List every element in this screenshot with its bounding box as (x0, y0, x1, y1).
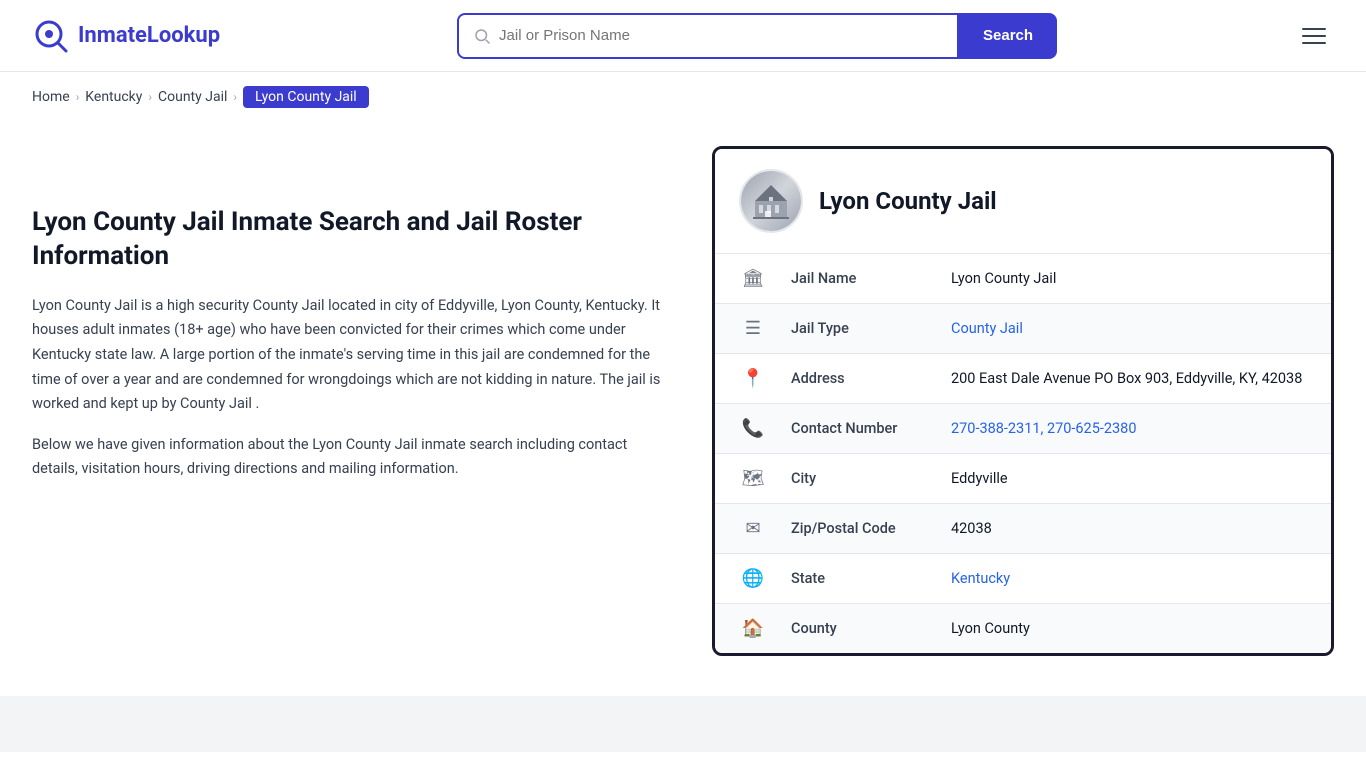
breadcrumb: Home › Kentucky › County Jail › Lyon Cou… (0, 72, 1366, 122)
jail-name-label: Jail Name (767, 254, 927, 304)
zip-value: 42038 (927, 504, 1331, 554)
page-title: Lyon County Jail Inmate Search and Jail … (32, 206, 672, 274)
footer-strip (0, 696, 1366, 752)
chevron-icon-1: › (76, 90, 80, 104)
right-column: Lyon County Jail 🏛 Jail Name Lyon County… (712, 146, 1334, 656)
address-icon: 📍 (742, 368, 764, 389)
table-row-city: 🗺 City Eddyville (715, 454, 1331, 504)
table-row-contact: 📞 Contact Number 270-388-2311, 270-625-2… (715, 404, 1331, 454)
chevron-icon-3: › (233, 90, 237, 104)
jail-avatar (739, 169, 803, 233)
jail-type-value: County Jail (927, 304, 1331, 354)
jail-name-value: Lyon County Jail (927, 254, 1331, 304)
info-card-title: Lyon County Jail (819, 187, 997, 215)
address-value: 200 East Dale Avenue PO Box 903, Eddyvil… (927, 354, 1331, 404)
state-label: State (767, 554, 927, 604)
hamburger-line-1 (1302, 28, 1326, 30)
breadcrumb-county-jail[interactable]: County Jail (158, 89, 227, 105)
zip-label: Zip/Postal Code (767, 504, 927, 554)
contact-link[interactable]: 270-388-2311, 270-625-2380 (951, 420, 1136, 437)
county-value: Lyon County (927, 604, 1331, 654)
state-link[interactable]: Kentucky (951, 570, 1010, 587)
breadcrumb-home[interactable]: Home (32, 89, 70, 105)
breadcrumb-kentucky[interactable]: Kentucky (85, 89, 142, 105)
jail-type-icon: ☰ (745, 318, 761, 339)
page-description-2: Below we have given information about th… (32, 433, 672, 482)
main-content: Lyon County Jail Inmate Search and Jail … (0, 122, 1366, 696)
jail-type-label: Jail Type (767, 304, 927, 354)
logo-link[interactable]: InmateLookup (32, 17, 220, 55)
search-input[interactable] (499, 27, 943, 44)
phone-icon: 📞 (742, 418, 764, 439)
search-button[interactable]: Search (959, 13, 1057, 59)
info-table: 🏛 Jail Name Lyon County Jail ☰ (715, 253, 1331, 653)
hamburger-line-3 (1302, 42, 1326, 44)
info-card: Lyon County Jail 🏛 Jail Name Lyon County… (712, 146, 1334, 656)
county-label: County (767, 604, 927, 654)
search-icon (473, 27, 491, 45)
logo-icon (32, 17, 70, 55)
menu-button[interactable] (1294, 20, 1334, 52)
contact-value: 270-388-2311, 270-625-2380 (927, 404, 1331, 454)
table-row-jail-type: ☰ Jail Type County Jail (715, 304, 1331, 354)
logo-text: InmateLookup (78, 23, 220, 48)
chevron-icon-2: › (148, 90, 152, 104)
state-icon: 🌐 (742, 568, 764, 589)
hamburger-line-2 (1302, 35, 1326, 37)
table-row-jail-name: 🏛 Jail Name Lyon County Jail (715, 254, 1331, 304)
table-row-address: 📍 Address 200 East Dale Avenue PO Box 90… (715, 354, 1331, 404)
zip-icon: ✉ (745, 518, 760, 539)
county-icon: 🏠 (742, 618, 764, 639)
header: InmateLookup Search (0, 0, 1366, 72)
jail-type-link[interactable]: County Jail (951, 320, 1023, 337)
table-row-state: 🌐 State Kentucky (715, 554, 1331, 604)
page-description-1: Lyon County Jail is a high security Coun… (32, 294, 672, 417)
left-column: Lyon County Jail Inmate Search and Jail … (32, 146, 672, 656)
city-icon: 🗺 (742, 468, 765, 489)
breadcrumb-active: Lyon County Jail (243, 86, 369, 108)
state-value: Kentucky (927, 554, 1331, 604)
info-card-header: Lyon County Jail (715, 149, 1331, 253)
contact-label: Contact Number (767, 404, 927, 454)
search-input-wrapper (457, 13, 959, 59)
jail-avatar-image (741, 171, 801, 231)
search-bar: Search (457, 13, 1057, 59)
city-value: Eddyville (927, 454, 1331, 504)
jail-name-icon: 🏛 (742, 268, 765, 289)
address-label: Address (767, 354, 927, 404)
table-row-county: 🏠 County Lyon County (715, 604, 1331, 654)
city-label: City (767, 454, 927, 504)
table-row-zip: ✉ Zip/Postal Code 42038 (715, 504, 1331, 554)
